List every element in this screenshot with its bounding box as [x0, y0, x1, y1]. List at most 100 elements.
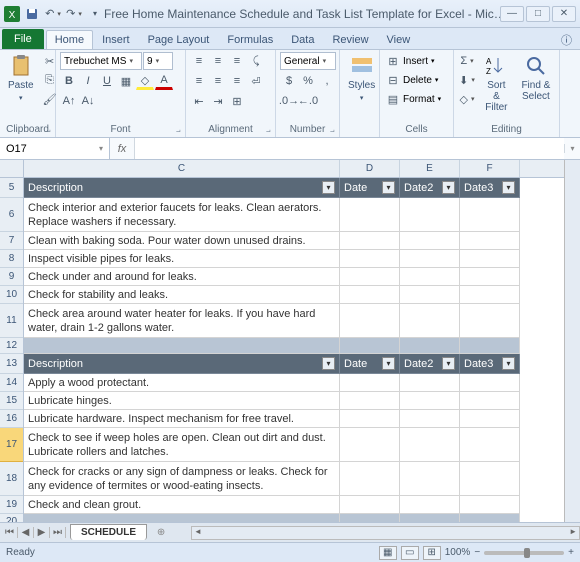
cell[interactable] [460, 374, 520, 392]
tab-review[interactable]: Review [323, 30, 377, 49]
sheet-tab-schedule[interactable]: SCHEDULE [70, 524, 147, 540]
row-header[interactable]: 9 [0, 268, 23, 286]
filter-icon[interactable]: ▾ [382, 181, 395, 194]
cell[interactable] [460, 250, 520, 268]
cell[interactable] [340, 304, 400, 338]
cell[interactable]: Inspect visible pipes for leaks. [24, 250, 340, 268]
cell[interactable]: Check interior and exterior faucets for … [24, 198, 340, 232]
cell[interactable]: Check for cracks or any sign of dampness… [24, 462, 340, 496]
horizontal-scrollbar[interactable] [191, 526, 580, 540]
cell[interactable] [400, 410, 460, 428]
cell[interactable] [400, 304, 460, 338]
filter-icon[interactable]: ▾ [442, 181, 455, 194]
formula-bar-expand-icon[interactable]: ▾ [564, 144, 580, 153]
cell[interactable]: Lubricate hardware. Inspect mechanism fo… [24, 410, 340, 428]
column-header-D[interactable]: D [340, 160, 400, 177]
tab-next-icon[interactable]: ▶ [34, 527, 50, 538]
insert-cells-button[interactable]: ⊞Insert▾ [384, 52, 435, 70]
column-header-F[interactable]: F [460, 160, 520, 177]
tab-formulas[interactable]: Formulas [218, 30, 282, 49]
cell[interactable] [340, 462, 400, 496]
tab-home[interactable]: Home [46, 30, 93, 49]
page-break-view-icon[interactable]: ⊞ [423, 546, 441, 560]
number-format-select[interactable]: General [280, 52, 336, 70]
filter-icon[interactable]: ▾ [382, 357, 395, 370]
increase-decimal-icon[interactable]: .0→ [280, 92, 298, 110]
cell[interactable] [400, 392, 460, 410]
tab-insert[interactable]: Insert [93, 30, 139, 49]
qat-customize-icon[interactable]: ▾ [86, 5, 104, 23]
maximize-button[interactable]: □ [526, 6, 550, 22]
cell[interactable] [340, 250, 400, 268]
cell[interactable]: Check area around water heater for leaks… [24, 304, 340, 338]
cell[interactable] [400, 514, 460, 522]
column-header-E[interactable]: E [400, 160, 460, 177]
cell[interactable] [340, 232, 400, 250]
format-cells-button[interactable]: ▤Format▾ [384, 90, 441, 108]
merge-icon[interactable]: ⊞ [228, 92, 246, 110]
row-header[interactable]: 6 [0, 198, 23, 232]
cell[interactable] [400, 338, 460, 354]
cell[interactable] [400, 428, 460, 462]
zoom-slider[interactable] [484, 551, 564, 555]
row-header[interactable]: 11 [0, 304, 23, 338]
tab-data[interactable]: Data [282, 30, 323, 49]
cell[interactable] [400, 374, 460, 392]
file-tab[interactable]: File [2, 29, 44, 49]
align-top-icon[interactable]: ≡ [190, 52, 208, 70]
cell[interactable] [340, 392, 400, 410]
cell[interactable]: Check for stability and leaks. [24, 286, 340, 304]
cell[interactable] [460, 304, 520, 338]
cell[interactable] [340, 514, 400, 522]
filter-icon[interactable]: ▾ [442, 357, 455, 370]
cell[interactable] [400, 462, 460, 496]
cell[interactable]: Description▾ [24, 178, 340, 198]
row-header[interactable]: 14 [0, 374, 23, 392]
cell[interactable] [460, 338, 520, 354]
filter-icon[interactable]: ▾ [502, 181, 515, 194]
cell[interactable] [460, 428, 520, 462]
cell[interactable] [460, 198, 520, 232]
cell[interactable] [460, 232, 520, 250]
cell[interactable] [340, 410, 400, 428]
cell[interactable]: Check and clean grout. [24, 496, 340, 514]
align-right-icon[interactable]: ≡ [228, 72, 246, 90]
increase-indent-icon[interactable]: ⇥ [209, 92, 227, 110]
grow-font-icon[interactable]: A↑ [60, 92, 78, 110]
row-header[interactable]: 20 [0, 514, 23, 522]
cell[interactable] [340, 198, 400, 232]
font-name-select[interactable]: Trebuchet MS [60, 52, 142, 70]
sort-filter-button[interactable]: AZ Sort & Filter [479, 52, 514, 115]
border-button[interactable]: ▦ [117, 72, 135, 90]
cell[interactable]: Lubricate hinges. [24, 392, 340, 410]
tab-last-icon[interactable]: ⏭ [50, 527, 66, 538]
cell[interactable] [460, 514, 520, 522]
font-size-select[interactable]: 9 [143, 52, 173, 70]
cell[interactable] [460, 392, 520, 410]
decrease-indent-icon[interactable]: ⇤ [190, 92, 208, 110]
shrink-font-icon[interactable]: A↓ [79, 92, 97, 110]
new-sheet-icon[interactable]: ⊕ [151, 527, 171, 538]
column-header-C[interactable]: C [24, 160, 340, 177]
clear-icon[interactable]: ◇ [458, 90, 476, 108]
cell[interactable]: Date3▾ [460, 354, 520, 374]
percent-icon[interactable]: % [299, 72, 317, 90]
filter-icon[interactable]: ▾ [502, 357, 515, 370]
styles-button[interactable]: Styles ▾ [344, 52, 379, 106]
row-header[interactable]: 7 [0, 232, 23, 250]
cell[interactable] [340, 374, 400, 392]
redo-icon[interactable]: ↷ [65, 5, 83, 23]
help-icon[interactable]: ⓘ [561, 32, 572, 48]
row-header[interactable]: 15 [0, 392, 23, 410]
cell[interactable] [460, 268, 520, 286]
cell[interactable] [460, 286, 520, 304]
align-bottom-icon[interactable]: ≡ [228, 52, 246, 70]
cell[interactable] [460, 462, 520, 496]
cell[interactable] [460, 496, 520, 514]
row-header[interactable]: 19 [0, 496, 23, 514]
fill-color-button[interactable]: ◇ [136, 72, 154, 90]
cell[interactable] [400, 496, 460, 514]
cell[interactable] [340, 268, 400, 286]
cell[interactable]: Date▾ [340, 178, 400, 198]
row-header[interactable]: 13 [0, 354, 23, 374]
